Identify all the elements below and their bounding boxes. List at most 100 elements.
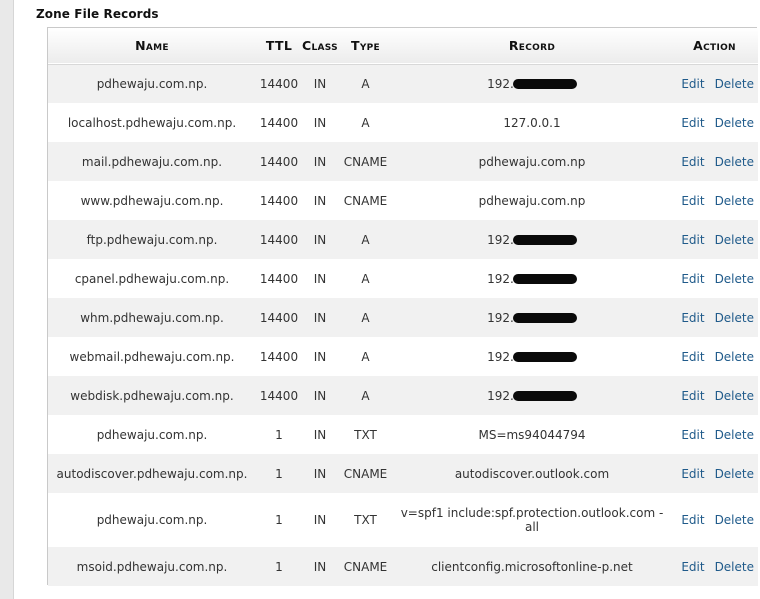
redaction-mark: [512, 79, 577, 90]
delete-record-link[interactable]: Delete: [715, 233, 754, 247]
delete-record-link[interactable]: Delete: [715, 194, 754, 208]
record-ttl-cell: 14400: [259, 76, 299, 91]
record-type-cell: TXT: [354, 427, 377, 442]
record-value-text: 127.0.0.1: [503, 115, 561, 130]
record-ttl-cell: 14400: [259, 271, 299, 286]
record-action-cell: Edit Delete: [671, 142, 758, 181]
record-value-cell: 192.: [393, 64, 671, 103]
zone-records-table: Name TTL Class Type Record Action pdhewa…: [48, 28, 758, 586]
record-type-cell: CNAME: [343, 466, 388, 481]
record-value-text: MS=ms94044794: [478, 427, 586, 442]
section-title: Zone File Records: [36, 7, 159, 21]
delete-record-link[interactable]: Delete: [715, 350, 754, 364]
record-name-cell: whm.pdhewaju.com.np.: [80, 310, 224, 325]
record-value-text: 192.: [487, 349, 514, 364]
column-header-action: Action: [693, 38, 736, 54]
record-name-cell: pdhewaju.com.np.: [96, 513, 208, 527]
record-name-cell: pdhewaju.com.np.: [96, 427, 208, 442]
edit-record-link[interactable]: Edit: [681, 311, 704, 325]
table-row: localhost.pdhewaju.com.np. 14400 IN A 127.0.…: [48, 103, 758, 142]
record-name-cell: pdhewaju.com.np.: [96, 76, 208, 91]
record-value-cell: 127.0.0.1: [393, 103, 671, 142]
table-row: mail.pdhewaju.com.np. 14400 IN CNAME pdhewaj…: [48, 142, 758, 181]
record-name-cell: webdisk.pdhewaju.com.np.: [70, 388, 234, 403]
delete-record-link[interactable]: Delete: [715, 428, 754, 442]
table-row: ftp.pdhewaju.com.np. 14400 IN A 192. Edit Dele…: [48, 220, 758, 259]
column-header-type[interactable]: Type: [338, 28, 393, 64]
table-row: msoid.pdhewaju.com.np. 1 IN CNAME clientconf…: [48, 547, 758, 586]
record-ttl-cell: 14400: [259, 193, 299, 208]
record-type-cell: CNAME: [343, 193, 388, 208]
table-row: cpanel.pdhewaju.com.np. 14400 IN A 192. Edit D…: [48, 259, 758, 298]
delete-record-link[interactable]: Delete: [715, 311, 754, 325]
record-value-text: pdhewaju.com.np: [478, 154, 586, 169]
record-ttl-cell: 1: [275, 427, 283, 442]
redaction-mark: [512, 352, 577, 362]
zone-records-body: pdhewaju.com.np. 14400 IN A 192. Edit Delete lo…: [48, 64, 758, 586]
record-class-cell: IN: [313, 559, 327, 574]
left-rail: [0, 0, 14, 599]
record-type-cell: A: [361, 115, 370, 130]
redaction-mark: [512, 274, 577, 284]
column-header-record[interactable]: Record: [393, 28, 671, 64]
edit-record-link[interactable]: Edit: [681, 513, 704, 527]
record-value-cell: pdhewaju.com.np: [393, 142, 671, 181]
record-name-cell: ftp.pdhewaju.com.np.: [86, 232, 218, 247]
record-value-cell: 192.: [393, 376, 671, 415]
edit-record-link[interactable]: Edit: [681, 389, 704, 403]
edit-record-link[interactable]: Edit: [681, 233, 704, 247]
column-header-name[interactable]: Name: [48, 28, 256, 64]
record-name-cell: www.pdhewaju.com.np.: [80, 193, 224, 208]
record-type-cell: A: [361, 349, 370, 364]
delete-record-link[interactable]: Delete: [715, 467, 754, 481]
delete-record-link[interactable]: Delete: [715, 513, 754, 527]
table-row: www.pdhewaju.com.np. 14400 IN CNAME pdhewaju…: [48, 181, 758, 220]
record-value-cell: MS=ms94044794: [393, 415, 671, 454]
record-ttl-cell: 14400: [259, 115, 299, 130]
delete-record-link[interactable]: Delete: [715, 116, 754, 130]
record-action-cell: Edit Delete: [671, 103, 758, 142]
record-type-cell: CNAME: [343, 559, 388, 574]
delete-record-link[interactable]: Delete: [715, 155, 754, 169]
record-ttl-cell: 14400: [259, 349, 299, 364]
record-class-cell: IN: [313, 427, 327, 442]
record-value-text: 192.: [487, 271, 514, 286]
record-value-cell: 192.: [393, 220, 671, 259]
record-action-cell: Edit Delete: [671, 337, 758, 376]
delete-record-link[interactable]: Delete: [715, 560, 754, 574]
record-value-cell: autodiscover.outlook.com: [393, 454, 671, 493]
edit-record-link[interactable]: Edit: [681, 155, 704, 169]
record-type-cell: A: [361, 232, 370, 247]
record-action-cell: Edit Delete: [671, 415, 758, 454]
record-type-cell: A: [361, 76, 370, 91]
column-header-class[interactable]: Class: [302, 28, 338, 64]
delete-record-link[interactable]: Delete: [715, 272, 754, 286]
delete-record-link[interactable]: Delete: [715, 77, 754, 91]
table-row: autodiscover.pdhewaju.com.np. 1 IN CNAME aut…: [48, 454, 758, 493]
record-action-cell: Edit Delete: [671, 298, 758, 337]
record-class-cell: IN: [313, 193, 327, 208]
table-row: webmail.pdhewaju.com.np. 14400 IN A 192. Edit…: [48, 337, 758, 376]
record-class-cell: IN: [313, 115, 327, 130]
record-value-cell: 192.: [393, 337, 671, 376]
table-row: pdhewaju.com.np. 1 IN TXT MS=ms94044794 Edit D…: [48, 415, 758, 454]
record-action-cell: Edit Delete: [671, 259, 758, 298]
edit-record-link[interactable]: Edit: [681, 116, 704, 130]
edit-record-link[interactable]: Edit: [681, 467, 704, 481]
record-ttl-cell: 14400: [259, 154, 299, 169]
record-ttl-cell: 1: [275, 466, 283, 481]
redaction-mark: [512, 235, 577, 245]
edit-record-link[interactable]: Edit: [681, 77, 704, 91]
table-row: pdhewaju.com.np. 14400 IN A 192. Edit Delete: [48, 64, 758, 103]
record-value-cell: v=spf1 include:spf.protection.outlook.co…: [393, 493, 671, 547]
edit-record-link[interactable]: Edit: [681, 560, 704, 574]
edit-record-link[interactable]: Edit: [681, 272, 704, 286]
edit-record-link[interactable]: Edit: [681, 194, 704, 208]
delete-record-link[interactable]: Delete: [715, 389, 754, 403]
table-row: webdisk.pdhewaju.com.np. 14400 IN A 192. Edit…: [48, 376, 758, 415]
edit-record-link[interactable]: Edit: [681, 350, 704, 364]
record-type-cell: CNAME: [343, 154, 388, 169]
redaction-mark: [512, 391, 577, 401]
edit-record-link[interactable]: Edit: [681, 428, 704, 442]
column-header-ttl[interactable]: TTL: [256, 28, 302, 64]
